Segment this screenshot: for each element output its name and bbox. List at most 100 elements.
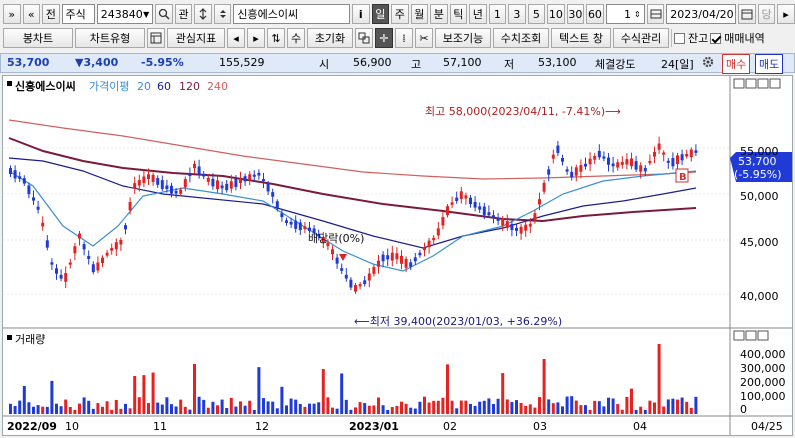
candle-body xyxy=(335,257,339,264)
scissors-icon[interactable]: ✂ xyxy=(415,28,433,48)
candle-body xyxy=(64,273,68,282)
candle-body xyxy=(455,197,459,202)
volume-panel-maximize-icon[interactable] xyxy=(745,330,757,341)
current-button[interactable]: 당 xyxy=(757,4,776,24)
numeric-query-button[interactable]: 수치조회 xyxy=(493,28,549,48)
stepper-icon[interactable]: ⇕ xyxy=(634,10,641,19)
interval-3-button[interactable]: 3 xyxy=(508,4,526,24)
buy-button[interactable]: 매수 xyxy=(722,54,751,74)
grid-icon[interactable] xyxy=(147,28,165,48)
candle-body xyxy=(252,174,256,177)
chevron-down-icon[interactable]: ▼ xyxy=(143,10,149,19)
interval-1-button[interactable]: 1 xyxy=(488,4,507,24)
candle-body xyxy=(174,190,178,194)
volume-bar xyxy=(597,401,601,414)
panel-close-icon[interactable] xyxy=(769,78,781,89)
formula-manage-button[interactable]: 수식관리 xyxy=(613,28,669,48)
panel-handle-icon[interactable] xyxy=(7,81,12,86)
reload-icon[interactable] xyxy=(194,4,212,24)
volume-bar xyxy=(441,397,445,414)
layout-icon[interactable] xyxy=(355,28,373,48)
reset-button[interactable]: 초기화 xyxy=(307,28,353,48)
volume-panel-option-icon[interactable] xyxy=(733,330,745,341)
volume-bar xyxy=(303,406,307,414)
text-window-button[interactable]: 텍스트 창 xyxy=(551,28,611,48)
volume-bar xyxy=(64,399,68,414)
volume-bar xyxy=(694,396,698,414)
asset-type-select[interactable]: 주식 xyxy=(61,4,95,24)
period-tick-button[interactable]: 틱 xyxy=(449,4,468,24)
calendar-icon[interactable] xyxy=(738,4,756,24)
period-month-button[interactable]: 월 xyxy=(410,4,429,24)
volume-bar xyxy=(643,409,647,414)
dots-icon[interactable]: ⁞ xyxy=(395,28,413,48)
su-button[interactable]: 수 xyxy=(287,28,305,48)
checkbox-box[interactable] xyxy=(710,32,722,44)
indicator-button[interactable]: 관심지표 xyxy=(167,28,225,48)
chevron-left-icon[interactable]: ◂ xyxy=(227,28,245,48)
panel-maximize-icon[interactable] xyxy=(745,78,757,89)
balance-checkbox[interactable]: 잔고 xyxy=(674,30,708,46)
interval-5-button[interactable]: 5 xyxy=(527,4,546,24)
interest-button[interactable]: 관 xyxy=(174,4,193,24)
trade-history-checkbox[interactable]: 매매내역 xyxy=(710,30,765,46)
checkbox-box[interactable] xyxy=(674,32,685,44)
assist-button[interactable]: 보조기능 xyxy=(435,28,491,48)
chevron-right-icon[interactable]: ▸ xyxy=(247,28,265,48)
interval-30-button[interactable]: 30 xyxy=(566,4,585,24)
volume-bar xyxy=(409,407,413,414)
candle-body xyxy=(101,257,104,264)
panel-option-icon[interactable] xyxy=(733,78,745,89)
volume-bar xyxy=(574,400,578,414)
candle-body xyxy=(666,160,670,163)
period-week-button[interactable]: 주 xyxy=(391,4,409,24)
nav-forward-button[interactable]: » xyxy=(3,4,21,24)
volume-bar xyxy=(528,404,532,414)
chart-split-icon[interactable] xyxy=(646,4,665,24)
panel-restore-icon[interactable] xyxy=(757,78,769,89)
crosshair-icon[interactable]: ✛ xyxy=(375,28,393,48)
legend-ma20: 20 xyxy=(137,80,151,93)
spinner-icon[interactable] xyxy=(213,4,232,24)
stock-code-input[interactable]: 243840 ▼ xyxy=(96,4,154,24)
candle-body xyxy=(441,217,445,226)
volume-bar xyxy=(266,401,270,414)
interval-10-button[interactable]: 10 xyxy=(547,4,565,24)
volume-bar xyxy=(225,408,229,414)
search-icon[interactable] xyxy=(155,4,173,24)
gear-icon[interactable] xyxy=(701,55,715,72)
chart-area[interactable]: 신흥에스이씨 가격이평 20 60 120 240 최고 58,000(2023… xyxy=(2,75,793,436)
period-day-button[interactable]: 일 xyxy=(371,4,390,24)
jeon-button[interactable]: 전 xyxy=(42,4,60,24)
count-input[interactable]: 1 ⇕ xyxy=(605,4,645,24)
period-minute-button[interactable]: 분 xyxy=(430,4,448,24)
period-year-button[interactable]: 년 xyxy=(469,4,487,24)
volume-bar xyxy=(372,405,376,414)
stock-name-field[interactable]: 신흥에스이씨 xyxy=(233,4,350,24)
volume-bar xyxy=(602,406,606,414)
candle-body xyxy=(390,252,394,261)
volume-bar xyxy=(45,406,49,414)
volume-bar xyxy=(331,407,334,414)
sell-button[interactable]: 매도 xyxy=(755,54,784,74)
volume-panel-close-icon[interactable] xyxy=(757,330,769,341)
interval-60-button[interactable]: 60 xyxy=(586,4,604,24)
candle-body xyxy=(234,178,238,187)
sort-icon[interactable]: ⇅ xyxy=(267,28,285,48)
date-input[interactable]: 2023/04/20 xyxy=(666,4,737,24)
chart-type-button[interactable]: 차트유형 xyxy=(75,28,145,48)
volume-bar xyxy=(616,404,620,414)
nav-back-button[interactable]: « xyxy=(22,4,41,24)
volume-bar xyxy=(188,409,192,414)
info-button[interactable]: i xyxy=(352,4,370,24)
volume-bar xyxy=(59,406,63,414)
price-volume-chart[interactable]: 신흥에스이씨 가격이평 20 60 120 240 최고 58,000(2023… xyxy=(3,76,792,435)
scroll-right-icon[interactable]: ▸ xyxy=(777,4,795,24)
candle-chart-button[interactable]: 봉차트 xyxy=(3,28,73,48)
candle-body xyxy=(220,185,224,189)
volume-bar xyxy=(427,402,431,414)
volume-bar xyxy=(459,400,463,414)
candle-body xyxy=(349,279,353,288)
candle-body xyxy=(32,197,35,201)
panel-handle-icon[interactable] xyxy=(7,335,12,340)
